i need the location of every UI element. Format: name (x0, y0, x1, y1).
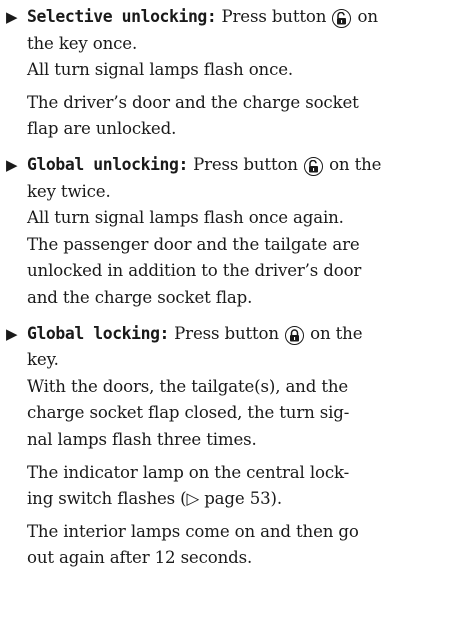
instruction-heading: Global locking: (27, 323, 170, 343)
bullet-arrow-icon: ▶ (6, 8, 18, 26)
unlock-icon (303, 156, 323, 176)
unlock-icon (332, 9, 352, 28)
instruction-first-line: Global locking: Press button on the (27, 323, 363, 345)
instruction-heading: Global unlocking: (27, 154, 188, 174)
lock-icon (285, 325, 305, 345)
instruction-global-unlocking: ▶ Global unlocking: Press button on the … (6, 152, 452, 312)
instruction-heading: Selective unlocking: (27, 7, 217, 26)
instruction-first-line: Global unlocking: Press button on the (27, 154, 382, 176)
instruction-first-line: Selective unlocking: Press button on (27, 7, 378, 28)
manual-page: ▶ Selective unlocking: Press button on t… (0, 0, 458, 617)
instruction-global-locking: ▶ Global locking: Press button on the ke… (6, 321, 452, 572)
bullet-arrow-icon: ▶ (6, 324, 18, 343)
bullet-arrow-icon: ▶ (6, 155, 18, 174)
instruction-selective-unlocking: ▶ Selective unlocking: Press button on t… (6, 4, 452, 143)
